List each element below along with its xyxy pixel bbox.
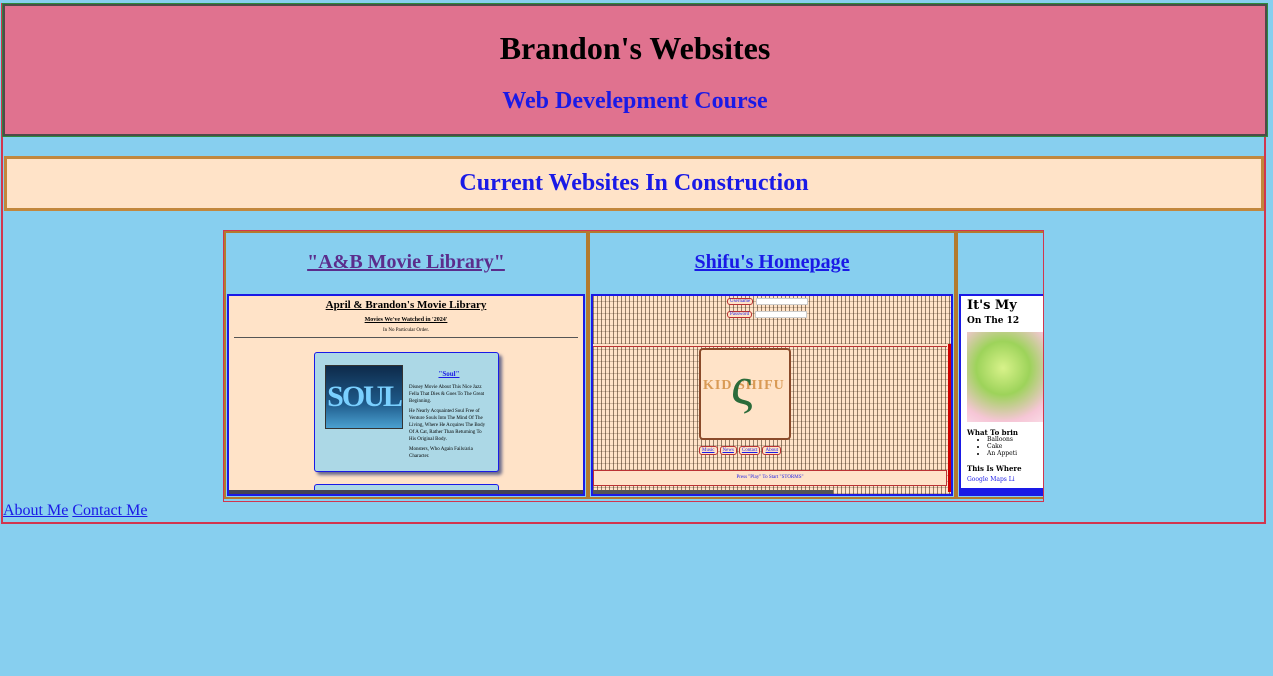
- red-side-bar: [948, 344, 951, 492]
- dragon-icon: ς: [731, 356, 753, 416]
- login-form: Username Password: [727, 298, 813, 324]
- party-heading: It's My: [967, 298, 1017, 313]
- blue-bar: [961, 488, 1043, 494]
- shifu-logo: KID SHIFU ς: [699, 348, 791, 440]
- site-title: Brandon's Websites: [499, 30, 771, 66]
- username-field: [756, 298, 809, 305]
- about-me-link[interactable]: About Me: [3, 502, 68, 519]
- movie-description-3: Monsters, Who Again Fails/aria Character…: [409, 447, 473, 459]
- party-page-preview[interactable]: It's My On The 12 What To brin Balloons …: [959, 294, 1043, 496]
- list-item: Cake: [987, 443, 1017, 450]
- movie-poster: SOUL: [325, 365, 403, 429]
- preview-nav: Music News Contact About: [699, 446, 781, 455]
- google-maps-link[interactable]: Google Maps Li: [967, 476, 1015, 483]
- movie-library-preview[interactable]: April & Brandon's Movie Library Movies W…: [227, 294, 585, 496]
- contact-me-link[interactable]: Contact Me: [72, 502, 147, 519]
- top-bar: [593, 344, 947, 347]
- password-field: [755, 311, 808, 318]
- movie-description-2: He Nearly Acquainted Soul Free of Ventur…: [409, 409, 486, 442]
- list-item: Balloons: [987, 436, 1017, 443]
- preview-subheading: Movies We've Watched in '2024': [364, 317, 448, 323]
- bring-list: Balloons Cake An Appeti: [961, 436, 1017, 457]
- shifu-homepage-preview[interactable]: Username Password KID SHIFU ς Music News…: [591, 294, 953, 496]
- site-subtitle: Web Develepment Course: [502, 88, 768, 114]
- website-gallery[interactable]: "A&B Movie Library" April & Brandon's Mo…: [223, 230, 1044, 502]
- website-card-movie-library: "A&B Movie Library" April & Brandon's Mo…: [224, 231, 588, 499]
- password-label: Password: [727, 311, 753, 318]
- shifu-homepage-link[interactable]: Shifu's Homepage: [590, 251, 954, 274]
- movie-title: "Soul": [438, 370, 460, 378]
- nav-music: Music: [699, 446, 718, 455]
- where-heading: This Is Where: [967, 464, 1022, 473]
- section-banner: Current Websites In Construction: [4, 156, 1264, 211]
- preview-footer: Press "Play" To Start "STORMS": [593, 470, 947, 486]
- movie-library-link[interactable]: "A&B Movie Library": [226, 251, 586, 274]
- preview-page-title: April & Brandon's Movie Library: [325, 299, 487, 311]
- website-card-party: It's My On The 12 What To brin Balloons …: [956, 231, 1043, 499]
- preview-divider: [234, 337, 578, 338]
- preview-note: In No Particular Order.: [382, 328, 430, 333]
- scrollbar[interactable]: [229, 490, 583, 494]
- movie-description: Disney Movie About This Nice Jazz Fella …: [409, 385, 485, 404]
- movie-info: "Soul" Disney Movie About This Nice Jazz…: [409, 371, 489, 460]
- party-subheading: On The 12: [967, 316, 1020, 326]
- nav-news: News: [719, 446, 737, 455]
- list-item: An Appeti: [987, 450, 1017, 457]
- nav-contact: Contact: [738, 446, 761, 455]
- nav-about: About: [762, 446, 781, 455]
- party-image: [967, 332, 1043, 422]
- footer-links: About Me Contact Me: [3, 502, 151, 520]
- movie-card: SOUL "Soul" Disney Movie About This Nice…: [314, 352, 499, 472]
- website-card-shifu: Shifu's Homepage Username Password KID S…: [588, 231, 956, 499]
- site-header: Brandon's Websites Web Develepment Cours…: [2, 3, 1268, 137]
- username-label: Username: [727, 298, 754, 305]
- scrollbar[interactable]: [593, 490, 833, 494]
- section-heading: Current Websites In Construction: [459, 170, 809, 196]
